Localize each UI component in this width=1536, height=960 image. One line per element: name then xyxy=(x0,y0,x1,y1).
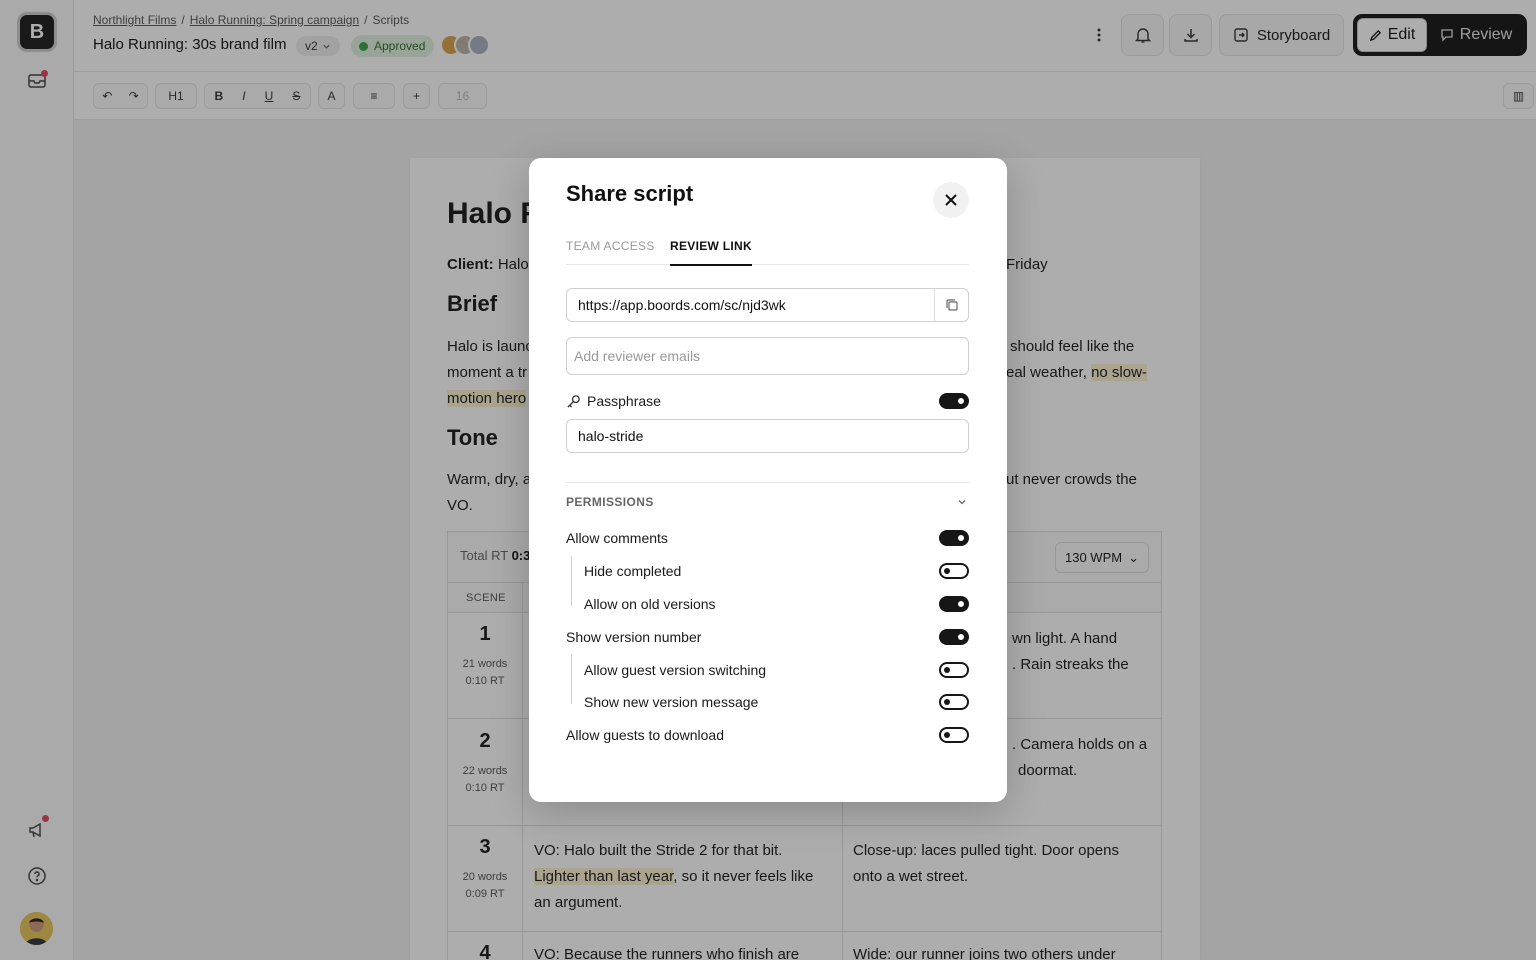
permissions-header[interactable]: PERMISSIONS xyxy=(566,495,969,509)
close-icon xyxy=(945,194,957,206)
permission-toggle[interactable] xyxy=(939,662,969,678)
permission-row: Allow on old versions xyxy=(584,593,969,615)
tab-team-access[interactable]: TEAM ACCESS xyxy=(566,239,655,253)
permission-label: Allow guests to download xyxy=(566,727,724,743)
permission-label: Allow on old versions xyxy=(584,596,716,612)
copy-icon xyxy=(945,299,958,311)
permission-toggle[interactable] xyxy=(939,596,969,612)
tree-line xyxy=(571,654,581,704)
permission-label: Allow comments xyxy=(566,530,668,546)
permission-label: Show version number xyxy=(566,629,702,645)
passphrase-row: Passphrase xyxy=(566,390,969,412)
permission-row: Allow comments xyxy=(566,527,969,549)
dialog-title: Share script xyxy=(566,181,694,206)
close-button[interactable] xyxy=(933,182,969,218)
passphrase-input[interactable]: halo-stride xyxy=(566,419,969,453)
permission-toggle[interactable] xyxy=(939,530,969,546)
permission-label: Hide completed xyxy=(584,563,682,579)
review-link-field[interactable]: https://app.boords.com/sc/njd3wk xyxy=(566,288,969,322)
reviewer-emails-placeholder: Add reviewer emails xyxy=(574,348,701,364)
review-link-url: https://app.boords.com/sc/njd3wk xyxy=(578,297,786,313)
key-icon xyxy=(567,394,580,408)
chevron-down-icon xyxy=(958,500,966,505)
permission-row: Show new version message xyxy=(584,691,969,713)
permission-row: Hide completed xyxy=(584,560,969,582)
permission-label: Show new version message xyxy=(584,694,759,710)
permission-row: Show version number xyxy=(566,626,969,648)
permission-label: Allow guest version switching xyxy=(584,662,767,678)
permission-toggle[interactable] xyxy=(939,563,969,579)
passphrase-value: halo-stride xyxy=(578,428,644,444)
share-tabs: TEAM ACCESS REVIEW LINK xyxy=(566,236,969,266)
permission-toggle[interactable] xyxy=(939,694,969,710)
divider xyxy=(566,482,969,483)
permission-row: Allow guests to download xyxy=(566,724,969,746)
copy-link-button[interactable] xyxy=(934,289,968,321)
permission-row: Allow guest version switching xyxy=(584,659,969,681)
passphrase-toggle[interactable] xyxy=(939,393,969,409)
passphrase-label: Passphrase xyxy=(587,393,661,409)
reviewer-emails-input[interactable]: Add reviewer emails xyxy=(566,337,969,375)
permission-toggle[interactable] xyxy=(939,629,969,645)
share-script-dialog: Share script TEAM ACCESS REVIEW LINK htt… xyxy=(529,158,1007,802)
tree-line xyxy=(571,556,581,606)
tab-review-link[interactable]: REVIEW LINK xyxy=(670,239,752,266)
permissions-label: PERMISSIONS xyxy=(566,495,654,509)
permission-toggle[interactable] xyxy=(939,727,969,743)
